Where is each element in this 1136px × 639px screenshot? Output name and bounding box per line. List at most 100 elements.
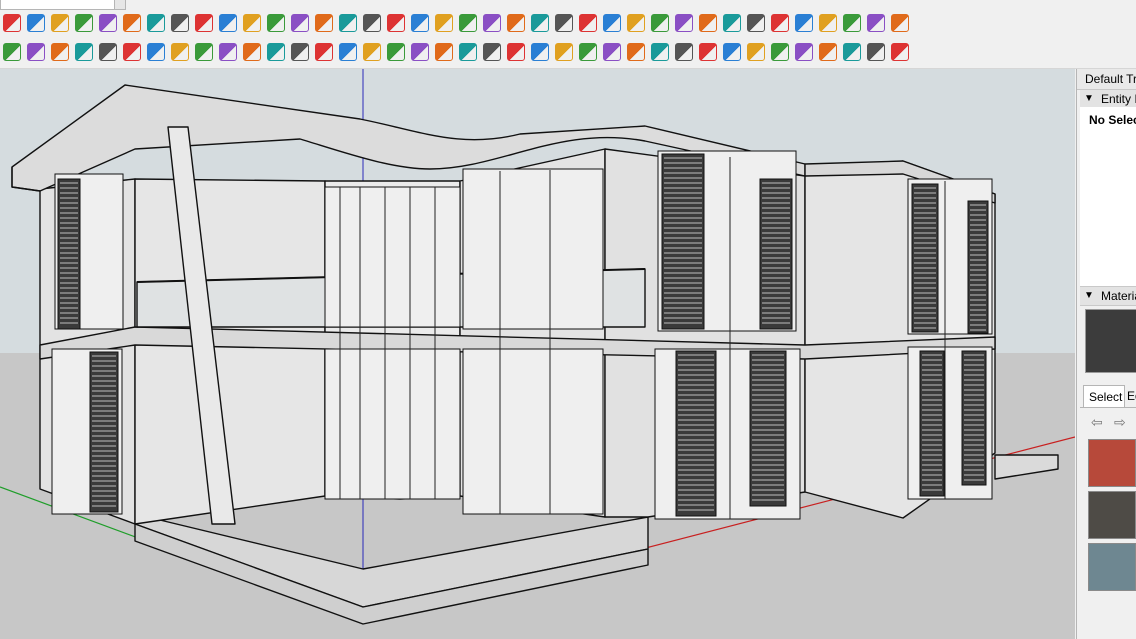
tool-icon[interactable] [771,43,789,61]
tool-icon[interactable] [459,43,477,61]
shutter [759,178,793,330]
tool-icon[interactable] [435,43,453,61]
tool-icon[interactable] [819,14,837,32]
collapse-triangle-icon[interactable]: ▼ [1084,290,1094,301]
chevron-down-icon[interactable] [114,0,125,9]
tool-icon[interactable] [363,43,381,61]
tool-icon[interactable] [651,14,669,32]
axes-icon[interactable] [483,14,501,32]
mail-icon[interactable] [219,43,237,61]
tool-icon[interactable] [867,43,885,61]
tool-icon[interactable] [699,14,717,32]
tool-icon[interactable] [267,43,285,61]
tool-icon[interactable] [531,14,549,32]
tool-icon[interactable] [603,43,621,61]
tool-icon[interactable] [27,14,45,32]
tab-edit[interactable]: Edit [1127,389,1136,403]
lower-center-window [462,348,604,515]
model-viewport[interactable] [0,69,1075,639]
warning-icon[interactable] [387,14,405,32]
cloud-upload-icon[interactable] [171,43,189,61]
paint-icon[interactable] [363,14,381,32]
layers-icon[interactable] [51,43,69,61]
tool-icon[interactable] [579,14,597,32]
tool-icon[interactable] [747,43,765,61]
current-material-swatch[interactable] [1085,309,1136,373]
tool-icon[interactable] [387,43,405,61]
materials-header[interactable]: ▼ Materials [1080,286,1136,306]
add-circle-icon[interactable] [75,43,93,61]
tool-icon[interactable] [843,43,861,61]
move-icon[interactable] [339,14,357,32]
tool-icon[interactable] [123,14,141,32]
tab-select[interactable]: Select [1083,385,1125,407]
tool-icon[interactable] [723,43,741,61]
layer-dropdown[interactable] [0,0,126,10]
tool-icon[interactable] [507,43,525,61]
tool-icon[interactable] [747,14,765,32]
gear-icon[interactable] [195,43,213,61]
refresh-icon[interactable] [27,43,45,61]
tool-icon[interactable] [51,14,69,32]
tool-icon[interactable] [99,14,117,32]
push-pull-icon[interactable] [315,14,333,32]
tool-icon[interactable] [315,43,333,61]
arc-icon[interactable] [243,14,261,32]
tool-icon[interactable] [603,14,621,32]
tool-icon[interactable] [171,14,189,32]
rotate-icon[interactable] [147,14,165,32]
tool-icon[interactable] [75,14,93,32]
tool-icon[interactable] [459,14,477,32]
extension-icon[interactable] [3,43,21,61]
tray-title: Default Tray [1085,72,1136,86]
tool-icon[interactable] [531,43,549,61]
tool-icon[interactable] [555,43,573,61]
entity-info-header[interactable]: ▼ Entity Info [1080,89,1136,109]
lasso-icon[interactable] [411,14,429,32]
tool-icon[interactable] [771,14,789,32]
tool-icon[interactable] [795,43,813,61]
tool-icon[interactable] [675,14,693,32]
flag-icon[interactable] [219,14,237,32]
material-swatch-roof-tile-red[interactable] [1088,439,1136,487]
tool-icon[interactable] [627,43,645,61]
upper-center-window [462,168,604,330]
tool-icon[interactable] [579,43,597,61]
arc-icon[interactable] [267,14,285,32]
tool-icon[interactable] [675,43,693,61]
tool-icon[interactable] [651,43,669,61]
tool-icon[interactable] [339,43,357,61]
forward-arrow-icon[interactable]: ⇨ [1114,415,1128,429]
pattern-icon[interactable] [147,43,165,61]
tool-icon[interactable] [627,14,645,32]
tool-icon[interactable] [411,43,429,61]
tool-icon[interactable] [843,14,861,32]
toolbar-row-1 [0,14,912,36]
house-model [0,69,1075,639]
tool-icon[interactable] [867,14,885,32]
default-tray: Default Tray ▼ Entity Info No Selection … [1076,69,1136,639]
tool-icon[interactable] [291,43,309,61]
tool-icon[interactable] [3,14,21,32]
tool-icon[interactable] [195,14,213,32]
tool-icon[interactable] [795,14,813,32]
material-swatch-roof-shingle-dark[interactable] [1088,491,1136,539]
tool-icon[interactable] [699,43,717,61]
info-icon[interactable] [243,43,261,61]
tool-icon[interactable] [891,14,909,32]
toolbar-row-2 [0,43,912,65]
move-icon[interactable] [291,14,309,32]
collapse-triangle-icon[interactable]: ▼ [1084,93,1094,104]
tool-icon[interactable] [507,14,525,32]
fabric-icon[interactable] [123,43,141,61]
tool-icon[interactable] [723,14,741,32]
tool-icon[interactable] [555,14,573,32]
main-toolbar [0,0,1136,37]
tool-icon[interactable] [891,43,909,61]
tree-icon[interactable] [99,43,117,61]
back-arrow-icon[interactable]: ⇦ [1091,415,1105,429]
material-swatch-stone-blue-grey[interactable] [1088,543,1136,591]
tool-icon[interactable] [435,14,453,32]
tool-icon[interactable] [819,43,837,61]
tool-icon[interactable] [483,43,501,61]
